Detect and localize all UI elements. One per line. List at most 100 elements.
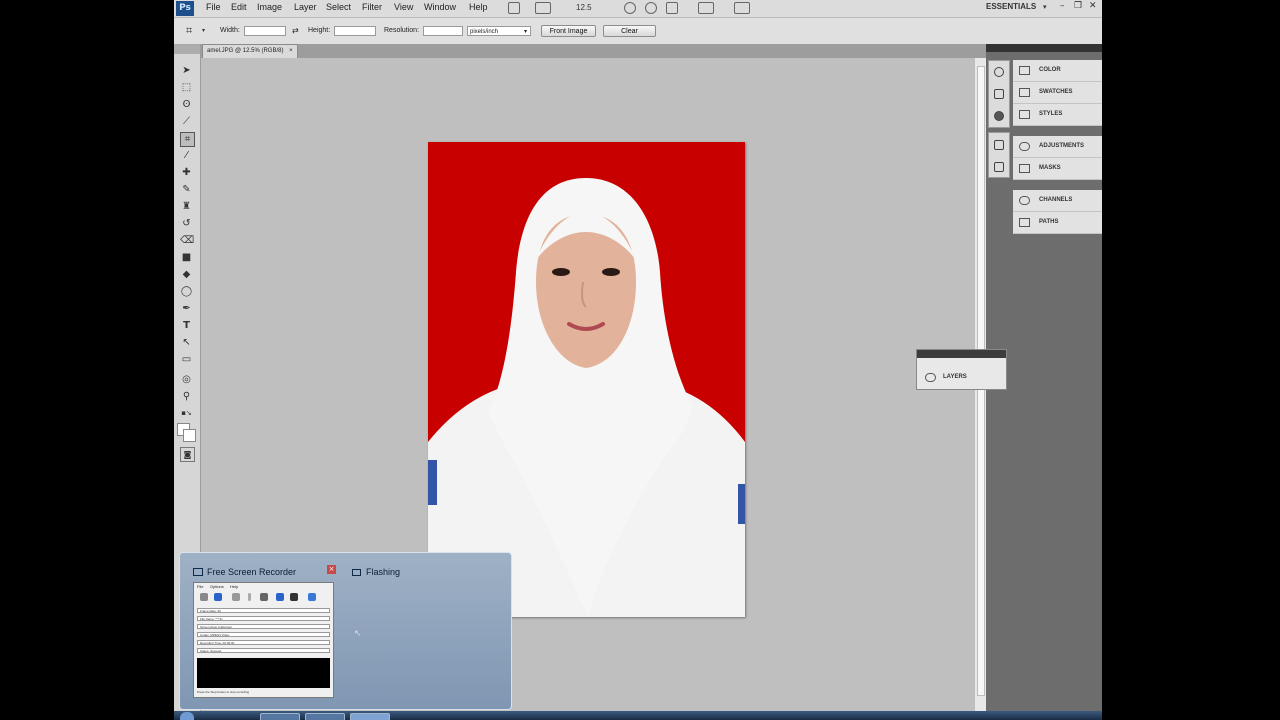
- menu-filter[interactable]: Filter: [362, 2, 382, 12]
- menu-window[interactable]: Window: [424, 2, 456, 12]
- options-bar: ⌗ ▾ Width: ⇄ Height: Resolution: pixels/…: [174, 18, 1102, 45]
- pause-icon: [232, 593, 240, 601]
- width-input[interactable]: [244, 26, 286, 36]
- left-sleeve-badge: [428, 460, 437, 505]
- menu-help[interactable]: Help: [469, 2, 488, 12]
- shape-tool-icon[interactable]: ▭: [180, 353, 193, 366]
- view-extras-icon[interactable]: [535, 2, 551, 14]
- gradient-tool-icon[interactable]: ■: [180, 251, 193, 264]
- document-image[interactable]: [428, 142, 745, 617]
- recorder-close-button[interactable]: ×: [327, 565, 336, 574]
- swatches-panel-tab[interactable]: SWATCHES: [1013, 82, 1102, 104]
- document-tab-bar: amel.JPG @ 12.5% (RGB/8) ×: [200, 44, 986, 58]
- rotate-view-icon[interactable]: [666, 2, 678, 14]
- eyedropper-tool-icon[interactable]: ⁄: [180, 149, 193, 162]
- color-panel-icon[interactable]: [994, 67, 1004, 77]
- front-image-button[interactable]: Front Image: [541, 25, 596, 37]
- height-input[interactable]: [334, 26, 376, 36]
- maximize-button[interactable]: ❐: [1074, 1, 1082, 11]
- zoom-level[interactable]: 12.5: [576, 3, 592, 12]
- character-panel-icon[interactable]: [994, 140, 1004, 150]
- dodge-tool-icon[interactable]: ◯: [180, 285, 193, 298]
- 3d-rotate-tool-icon[interactable]: ◎: [180, 373, 193, 386]
- screen-recorder-overlay[interactable]: Free Screen Recorder × Flashing File Opt…: [179, 552, 512, 710]
- color-panel-tab[interactable]: COLOR: [1013, 60, 1102, 82]
- menu-bar: Ps File Edit Image Layer Select Filter V…: [174, 0, 1102, 18]
- hand-tool-icon[interactable]: [624, 2, 636, 14]
- brush-tool-icon[interactable]: ✎: [180, 183, 193, 196]
- crop-tool-icon[interactable]: ⌗: [186, 24, 192, 38]
- close-tab-icon[interactable]: ×: [289, 48, 293, 54]
- start-button[interactable]: [180, 712, 194, 720]
- resolution-input[interactable]: [423, 26, 463, 36]
- adjustments-panel-tab[interactable]: ADJUSTMENTS: [1013, 136, 1102, 158]
- photoshop-logo: Ps: [176, 1, 194, 16]
- type-tool-icon[interactable]: T: [180, 319, 193, 332]
- taskbar-item-3[interactable]: [350, 713, 390, 720]
- channels-panel-label: CHANNELS: [1039, 197, 1073, 203]
- background-color-swatch[interactable]: [183, 429, 196, 442]
- masks-panel-tab[interactable]: MASKS: [1013, 158, 1102, 180]
- right-sleeve-badge: [738, 484, 745, 524]
- menu-edit[interactable]: Edit: [231, 2, 247, 12]
- tool-preset-dropdown-icon[interactable]: ▾: [202, 27, 205, 34]
- blur-tool-icon[interactable]: ◆: [180, 268, 193, 281]
- taskbar-item-1[interactable]: [260, 713, 300, 720]
- path-selection-tool-icon[interactable]: ↖: [180, 336, 193, 349]
- settings-icon: [260, 593, 268, 601]
- document-tab-title: amel.JPG @ 12.5% (RGB/8): [207, 48, 284, 54]
- layers-panel-label: LAYERS: [943, 374, 967, 380]
- move-tool-icon[interactable]: ➤: [180, 64, 193, 77]
- minimize-button[interactable]: –: [1060, 1, 1065, 11]
- styles-panel-tab[interactable]: STYLES: [1013, 104, 1102, 126]
- resolution-label: Resolution:: [384, 27, 420, 34]
- clear-button[interactable]: Clear: [603, 25, 656, 37]
- paths-panel-tab[interactable]: PATHS: [1013, 212, 1102, 234]
- menu-select[interactable]: Select: [326, 2, 351, 12]
- paths-panel-label: PATHS: [1039, 219, 1059, 225]
- history-brush-tool-icon[interactable]: ↺: [180, 217, 193, 230]
- help-icon: [308, 593, 316, 601]
- bridge-icon[interactable]: [508, 2, 520, 14]
- styles-panel-label: STYLES: [1039, 111, 1063, 117]
- color-panel-label: COLOR: [1039, 67, 1061, 73]
- swatches-panel-icon[interactable]: [994, 89, 1004, 99]
- menu-layer[interactable]: Layer: [294, 2, 317, 12]
- document-tab[interactable]: amel.JPG @ 12.5% (RGB/8) ×: [202, 44, 298, 58]
- layers-panel-titlebar[interactable]: [917, 350, 1006, 358]
- swap-dimensions-icon[interactable]: ⇄: [292, 26, 299, 35]
- workspace-dropdown-icon[interactable]: ▾: [1043, 3, 1047, 11]
- healing-brush-tool-icon[interactable]: ✚: [180, 166, 193, 179]
- styles-panel-icon[interactable]: [994, 111, 1004, 121]
- arrange-documents-icon[interactable]: [698, 2, 714, 14]
- zoom-tool-icon[interactable]: ⚲: [180, 390, 193, 403]
- clone-stamp-tool-icon[interactable]: ♜: [180, 200, 193, 213]
- pen-tool-icon[interactable]: ✒: [180, 302, 193, 315]
- recorder-field: Recording Time: 00:00:00: [197, 640, 330, 645]
- crop-tool-button[interactable]: ⌗: [180, 132, 195, 147]
- recorder-menu-options: Options: [210, 584, 224, 589]
- screen-mode-icon[interactable]: [734, 2, 750, 14]
- menu-file[interactable]: File: [206, 2, 221, 12]
- menu-image[interactable]: Image: [257, 2, 282, 12]
- recorder-menu-file: File: [197, 584, 204, 589]
- quick-mask-icon[interactable]: ◙: [180, 447, 195, 462]
- workspace-switcher[interactable]: ESSENTIALS: [986, 2, 1036, 11]
- taskbar-item-2[interactable]: [305, 713, 345, 720]
- recorder-field: Codec: MPEG4 Video: [197, 632, 330, 637]
- zoom-tool-icon[interactable]: [645, 2, 657, 14]
- quick-selection-tool-icon[interactable]: ⟋: [180, 115, 193, 128]
- lasso-tool-icon[interactable]: ʘ: [180, 98, 193, 111]
- default-colors-icon[interactable]: ▪↘: [180, 407, 193, 420]
- recorder-window-thumbnail[interactable]: File Options Help Frame Rate: 30 File Na…: [193, 582, 334, 698]
- eraser-tool-icon[interactable]: ⌫: [180, 234, 194, 247]
- layers-panel-floating[interactable]: LAYERS: [916, 349, 1007, 390]
- marquee-tool-icon[interactable]: ⬚: [180, 81, 193, 94]
- close-button[interactable]: ✕: [1089, 1, 1097, 11]
- channels-panel-tab[interactable]: CHANNELS: [1013, 190, 1102, 212]
- resolution-unit-select[interactable]: pixels/inch ▾: [467, 26, 531, 36]
- paragraph-panel-icon[interactable]: [994, 162, 1004, 172]
- recorder-field: File Name: ***.flv: [197, 616, 330, 621]
- menu-view[interactable]: View: [394, 2, 413, 12]
- recorder-app-icon: [193, 568, 203, 576]
